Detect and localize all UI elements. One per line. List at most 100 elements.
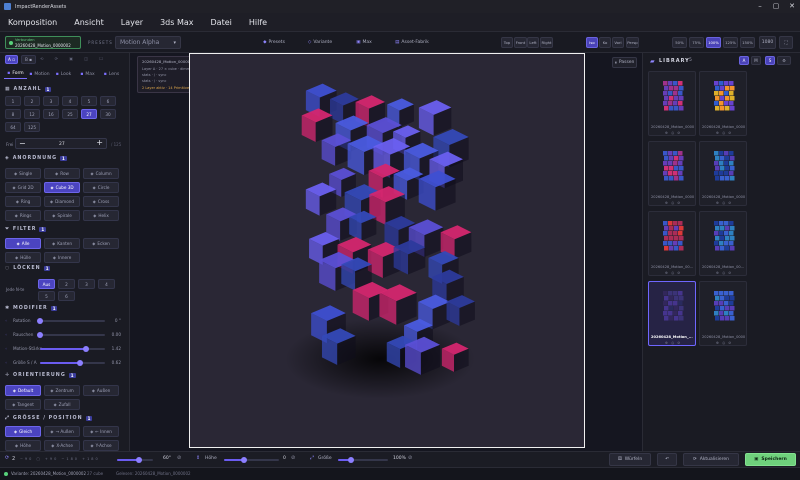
anzahl-6[interactable]: 6 — [100, 96, 116, 106]
slider-motion-stärke[interactable] — [40, 346, 105, 352]
locken-3[interactable]: 3 — [78, 279, 95, 289]
anordnung-circle[interactable]: ◆ Circle — [83, 182, 119, 193]
zoom-150-button[interactable]: 150% — [740, 37, 755, 48]
minus-icon[interactable]: − — [19, 139, 26, 148]
anzahl-25[interactable]: 25 — [62, 109, 78, 119]
orient-zufall[interactable]: ◆ Zufall — [44, 399, 80, 410]
anzahl-30[interactable]: 30 — [100, 109, 116, 119]
tab-max[interactable]: ▪ Max — [76, 69, 99, 79]
anordnung-ring[interactable]: ◆ Ring — [5, 196, 41, 207]
view-right-button[interactable]: Right — [540, 37, 553, 48]
menu-layer[interactable]: Layer — [121, 18, 143, 27]
slider-rauschen[interactable] — [37, 332, 105, 338]
wuerfeln-button[interactable]: ⚄ Würfeln — [609, 453, 651, 466]
library-settings-button[interactable]: ⚙ — [777, 56, 791, 65]
view-persp-button[interactable]: Persp — [626, 37, 639, 48]
groesse-innen[interactable]: ◆ ← Innen — [83, 426, 119, 437]
anzahl-1[interactable]: 1 — [5, 96, 21, 106]
render-canvas[interactable] — [189, 53, 585, 448]
angle-presets[interactable]: −90 ▢ +90 −180 +180 — [20, 457, 100, 461]
angle-slider[interactable] — [117, 457, 153, 463]
layer-a-button[interactable]: A ▫ — [5, 55, 18, 64]
locken-2[interactable]: 2 — [58, 279, 75, 289]
asset-fabrik-button[interactable]: ▤ Asset-Fabrik — [386, 36, 438, 49]
anzahl-4[interactable]: 4 — [62, 96, 78, 106]
slider-rotation[interactable] — [37, 318, 105, 324]
menu-ansicht[interactable]: Ansicht — [74, 18, 104, 27]
library-item-actions[interactable]: ⊕ ◎ ⊘ — [716, 131, 732, 135]
filter-alle[interactable]: ◆ Alle — [5, 238, 41, 249]
menu-hilfe[interactable]: Hilfe — [249, 18, 267, 27]
hoehe-reset-icon[interactable]: ⊘ — [291, 455, 295, 461]
locken-6[interactable]: 6 — [58, 291, 75, 301]
library-item-actions[interactable]: ⊕ ◎ ⊘ — [665, 201, 681, 205]
library-item[interactable]: 20260428_Motion_000... ⊕ ◎ ⊘ — [699, 211, 747, 276]
undo-button[interactable]: ↶ — [657, 453, 677, 466]
locken-5[interactable]: 5 — [38, 291, 55, 301]
zoom-125-button[interactable]: 125% — [723, 37, 738, 48]
connection-badge[interactable]: Verbunden 20260428_Motion_0000002 — [5, 36, 81, 49]
anzahl-64[interactable]: 64 — [5, 122, 21, 132]
menu-3dsmax[interactable]: 3ds Max — [160, 18, 193, 27]
plus-icon[interactable]: + — [96, 138, 103, 147]
filter-innere[interactable]: ◆ Innere — [44, 252, 80, 263]
tab-lens[interactable]: ▪ Lens — [100, 69, 123, 79]
library-item-actions[interactable]: ⊕ ◎ ⊘ — [716, 271, 732, 275]
locken-aus[interactable]: Aus — [38, 279, 55, 289]
anordnung-cube-3d[interactable]: ◆ Cube 3D — [44, 182, 80, 193]
maximize-icon[interactable]: ▢ — [768, 0, 784, 13]
library-tab-m[interactable]: M — [751, 56, 761, 65]
library-item-actions[interactable]: ⊕ ◎ ⊘ — [665, 341, 681, 345]
groesse-y-achse[interactable]: ◆ Y-Achse — [83, 440, 119, 451]
speichern-button[interactable]: ▣ Speichern — [745, 453, 796, 466]
library-item[interactable]: 20260428_Motion_0000 ⊕ ◎ ⊘ — [699, 71, 747, 136]
library-item[interactable]: 20260428_Motion_0000 ⊕ ◎ ⊘ — [699, 281, 747, 346]
hoehe-slider[interactable] — [224, 457, 279, 463]
view-left-button[interactable]: Left — [527, 37, 539, 48]
max-button[interactable]: ▣ Max — [344, 36, 384, 49]
anordnung-diamond[interactable]: ◆ Diamond — [44, 196, 80, 207]
groesse-gleich[interactable]: ◆ Gleich — [5, 426, 41, 437]
library-item-actions[interactable]: ⊕ ◎ ⊘ — [716, 201, 732, 205]
filter-kanten[interactable]: ◆ Kanten — [44, 238, 80, 249]
count-stepper[interactable]: − 27 + — [15, 138, 107, 149]
tab-look[interactable]: ▪ Look — [52, 69, 75, 79]
close-icon[interactable]: ✕ — [784, 0, 800, 13]
filter-hülle[interactable]: ◆ Hülle — [5, 252, 41, 263]
anzahl-2[interactable]: 2 — [24, 96, 40, 106]
anordnung-single[interactable]: ◆ Single — [5, 168, 41, 179]
presets-button[interactable]: ◆ Presets — [252, 36, 296, 49]
filter-ecken[interactable]: ◆ Ecken — [83, 238, 119, 249]
orient-default[interactable]: ◆ Default — [5, 385, 41, 396]
library-item[interactable]: 20260428_Motion_000... ⊕ ◎ ⊘ — [648, 211, 696, 276]
slider-handle[interactable] — [83, 346, 90, 352]
library-item[interactable]: 20260428_Motion_0000 ⊕ ◎ ⊘ — [699, 141, 747, 206]
groesse-x-achse[interactable]: ◆ X-Achse — [44, 440, 80, 451]
anordnung-cross[interactable]: ◆ Cross — [83, 196, 119, 207]
zoom-50-button[interactable]: 50% — [672, 37, 687, 48]
slider-größe-s-a[interactable] — [40, 360, 105, 366]
locken-4[interactable]: 4 — [98, 279, 115, 289]
library-tab-a[interactable]: A — [739, 56, 749, 65]
anzahl-16[interactable]: 16 — [43, 109, 59, 119]
anzahl-12[interactable]: 12 — [24, 109, 40, 119]
slider-handle[interactable] — [37, 332, 43, 338]
view-front-button[interactable]: Front — [514, 37, 527, 48]
groesse-slider[interactable] — [338, 457, 388, 463]
view-top-button[interactable]: Top — [501, 37, 513, 48]
library-item-actions[interactable]: ⊕ ◎ ⊘ — [665, 271, 681, 275]
view-iso-button[interactable]: Iso — [586, 37, 598, 48]
orient-tangent[interactable]: ◆ Tangent — [5, 399, 41, 410]
orient-zentrum[interactable]: ◆ Zentrum — [44, 385, 80, 396]
library-tab-s[interactable]: S — [765, 56, 775, 65]
anzahl-27[interactable]: 27 — [81, 109, 97, 119]
view-vorl-button[interactable]: Vorl — [612, 37, 624, 48]
reset-icon[interactable]: ⊘ — [177, 455, 181, 461]
groesse-reset-icon[interactable]: ⊘ — [408, 455, 412, 461]
anordnung-spirale[interactable]: ◆ Spirale — [44, 210, 80, 221]
anzahl-125[interactable]: 125 — [24, 122, 40, 132]
layer-tools[interactable]: ⟲ ⟳ ▣ ◫ ☐ — [40, 56, 108, 61]
anzahl-8[interactable]: 8 — [5, 109, 21, 119]
library-item[interactable]: 20260428_Motion_0000 ⊕ ◎ ⊘ — [648, 141, 696, 206]
anzahl-5[interactable]: 5 — [81, 96, 97, 106]
